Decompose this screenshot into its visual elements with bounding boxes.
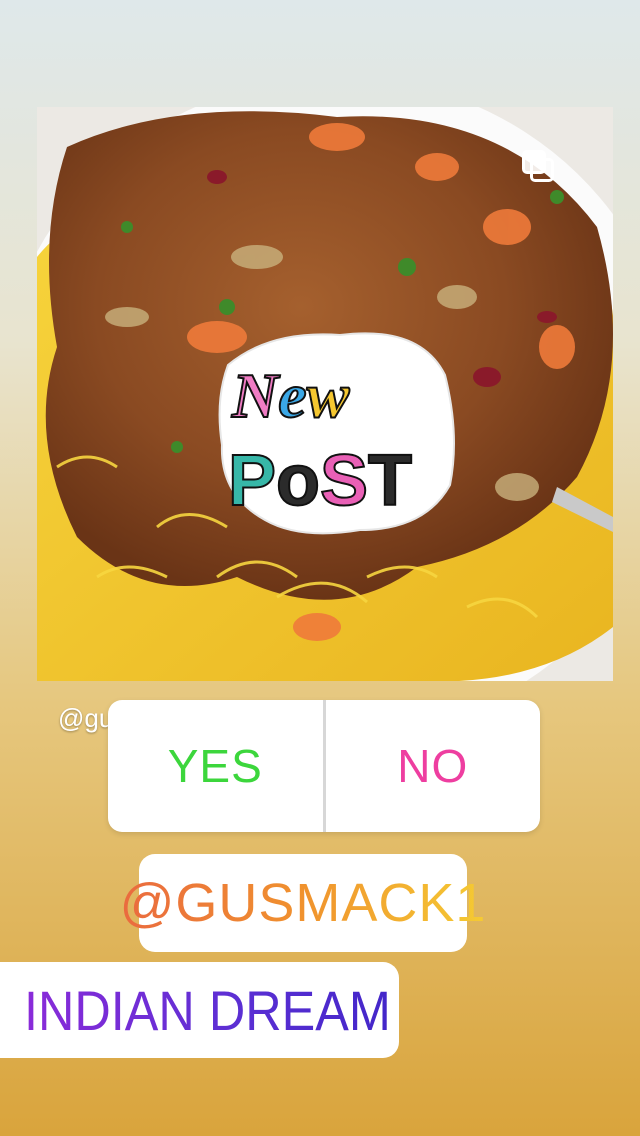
credit-handle: @gu <box>58 703 114 733</box>
location-label: INDIAN DREAM <box>24 978 391 1042</box>
sticker-line2: PoST <box>228 441 412 521</box>
poll-no-option[interactable]: NO <box>326 700 541 832</box>
stacked-squares-icon <box>522 150 556 184</box>
mention-label: @GUSMACK1 <box>119 873 487 933</box>
mention-sticker[interactable]: @GUSMACK1 <box>120 854 485 952</box>
location-sticker[interactable]: INDIAN DREAM <box>0 962 399 1058</box>
poll-sticker: YES NO <box>108 700 540 832</box>
poll-yes-option[interactable]: YES <box>108 700 323 832</box>
sticker-line1: New <box>231 360 350 431</box>
new-post-sticker[interactable]: New PoST <box>210 325 460 540</box>
